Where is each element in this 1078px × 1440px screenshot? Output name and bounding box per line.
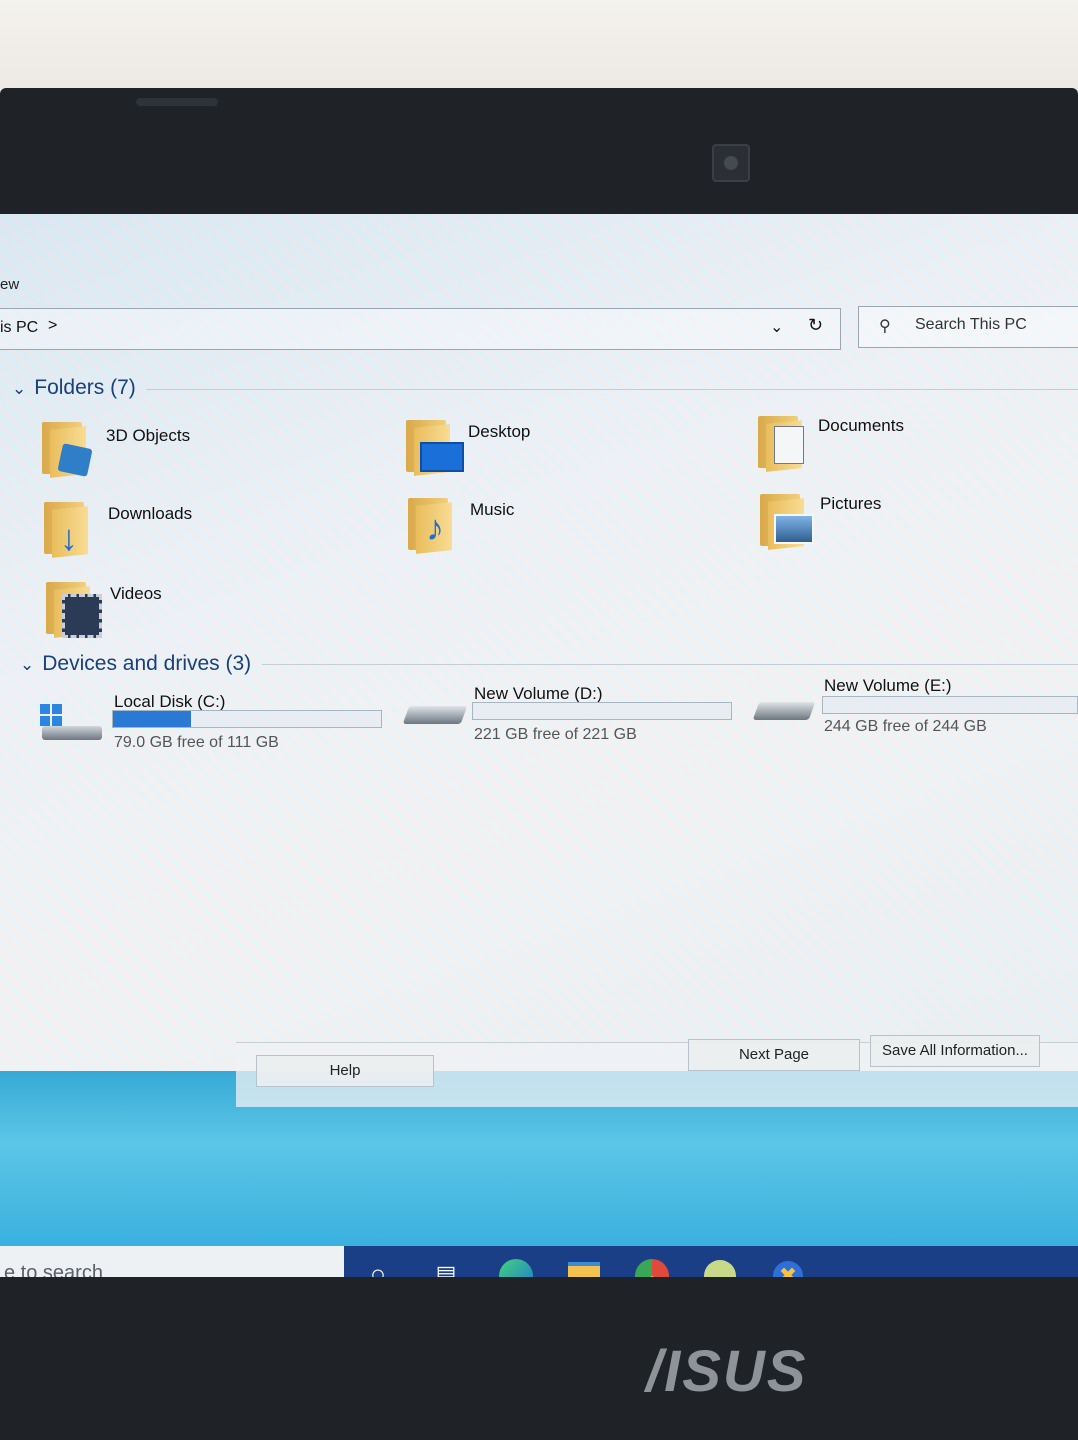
drive-e[interactable]: New Volume (E:) 244 GB free of 244 GB — [752, 670, 1078, 746]
hard-drive-icon — [402, 702, 468, 736]
tool-icon[interactable]: ✖ — [764, 1252, 812, 1277]
drive-usage-bar — [112, 710, 382, 728]
address-path[interactable]: is PC — [0, 319, 38, 337]
folder-label: Videos — [110, 584, 162, 603]
chrome-icon[interactable] — [628, 1252, 676, 1277]
ribbon-view-tab[interactable]: ew — [0, 276, 19, 293]
save-all-button[interactable]: Save All Information... — [870, 1035, 1040, 1067]
desktop-folder-icon — [404, 416, 464, 476]
edge-icon[interactable] — [492, 1252, 540, 1277]
drive-free-space: 221 GB free of 221 GB — [474, 726, 637, 743]
section-divider — [146, 389, 1078, 390]
webcam — [712, 144, 750, 182]
folder-documents[interactable]: Documents — [756, 412, 1006, 478]
screen: ew is PC > ⌄ ↻ ⚲ Search This PC ⌄ Folders… — [0, 214, 1078, 1277]
drive-usage-bar — [472, 702, 732, 720]
downloads-folder-icon: ↓ — [42, 498, 98, 558]
drives-section-title: Devices and drives (3) — [42, 652, 252, 675]
drive-label: New Volume (E:) — [824, 676, 952, 695]
taskbar: e to search ○ ▤ ✖ — [0, 1246, 1078, 1277]
asus-logo: /ISUS — [646, 1339, 808, 1404]
file-explorer-icon[interactable] — [560, 1252, 608, 1277]
taskbar-search-placeholder: e to search — [4, 1262, 103, 1277]
search-placeholder: Search This PC — [915, 316, 1027, 333]
folder-label: 3D Objects — [106, 426, 191, 445]
folder-label: Music — [470, 500, 515, 519]
dialog-button-strip: Help Next Page Save All Information... — [236, 1035, 1078, 1107]
search-icon: ⚲ — [879, 318, 891, 335]
drive-c[interactable]: Local Disk (C:) 79.0 GB free of 111 GB — [40, 684, 390, 760]
documents-folder-icon — [756, 412, 812, 472]
drive-label: Local Disk (C:) — [114, 692, 226, 711]
music-folder-icon: ♪ — [406, 494, 462, 554]
folder-desktop[interactable]: Desktop — [404, 416, 654, 482]
folder-label: Desktop — [468, 422, 531, 441]
collapse-chevron-icon[interactable]: ⌄ — [20, 655, 34, 674]
collapse-chevron-icon[interactable]: ⌄ — [12, 379, 26, 398]
drive-d[interactable]: New Volume (D:) 221 GB free of 221 GB — [402, 678, 744, 754]
drive-free-space: 79.0 GB free of 111 GB — [114, 734, 279, 751]
app-icon[interactable] — [696, 1252, 744, 1277]
videos-folder-icon — [44, 578, 102, 638]
windows-drive-icon — [40, 704, 102, 740]
folder-label: Documents — [818, 416, 904, 435]
folder-3d-objects[interactable]: 3D Objects — [40, 418, 290, 484]
search-input[interactable]: ⚲ Search This PC — [858, 306, 1078, 348]
drive-free-space: 244 GB free of 244 GB — [824, 718, 987, 735]
drive-label: New Volume (D:) — [474, 684, 603, 703]
cortana-icon[interactable]: ○ — [354, 1252, 402, 1277]
taskbar-search-input[interactable]: e to search — [0, 1246, 344, 1277]
bezel-notch — [136, 98, 218, 106]
drive-usage-fill — [113, 711, 191, 727]
pictures-folder-icon — [758, 490, 814, 550]
folder-label: Pictures — [820, 494, 882, 513]
folders-section-title: Folders (7) — [34, 376, 136, 399]
3d-objects-folder-icon — [40, 418, 96, 478]
folders-section-header[interactable]: ⌄ Folders (7) — [12, 376, 136, 400]
help-button[interactable]: Help — [256, 1055, 434, 1087]
task-view-icon[interactable]: ▤ — [422, 1252, 470, 1277]
hard-drive-icon — [752, 698, 816, 732]
address-bar[interactable]: is PC > ⌄ ↻ — [0, 308, 841, 350]
breadcrumb-chevron-icon[interactable]: > — [48, 317, 57, 335]
refresh-icon[interactable]: ↻ — [808, 315, 823, 336]
next-page-button[interactable]: Next Page — [688, 1039, 860, 1071]
folder-pictures[interactable]: Pictures — [758, 490, 1008, 556]
folder-label: Downloads — [108, 504, 193, 523]
folder-videos[interactable]: Videos — [44, 578, 294, 644]
folder-downloads[interactable]: ↓ Downloads — [42, 498, 292, 564]
drive-usage-bar — [822, 696, 1078, 714]
address-dropdown-icon[interactable]: ⌄ — [770, 317, 783, 337]
section-divider — [262, 664, 1078, 665]
drives-section-header[interactable]: ⌄ Devices and drives (3) — [20, 652, 251, 676]
folder-music[interactable]: ♪ Music — [406, 494, 656, 560]
